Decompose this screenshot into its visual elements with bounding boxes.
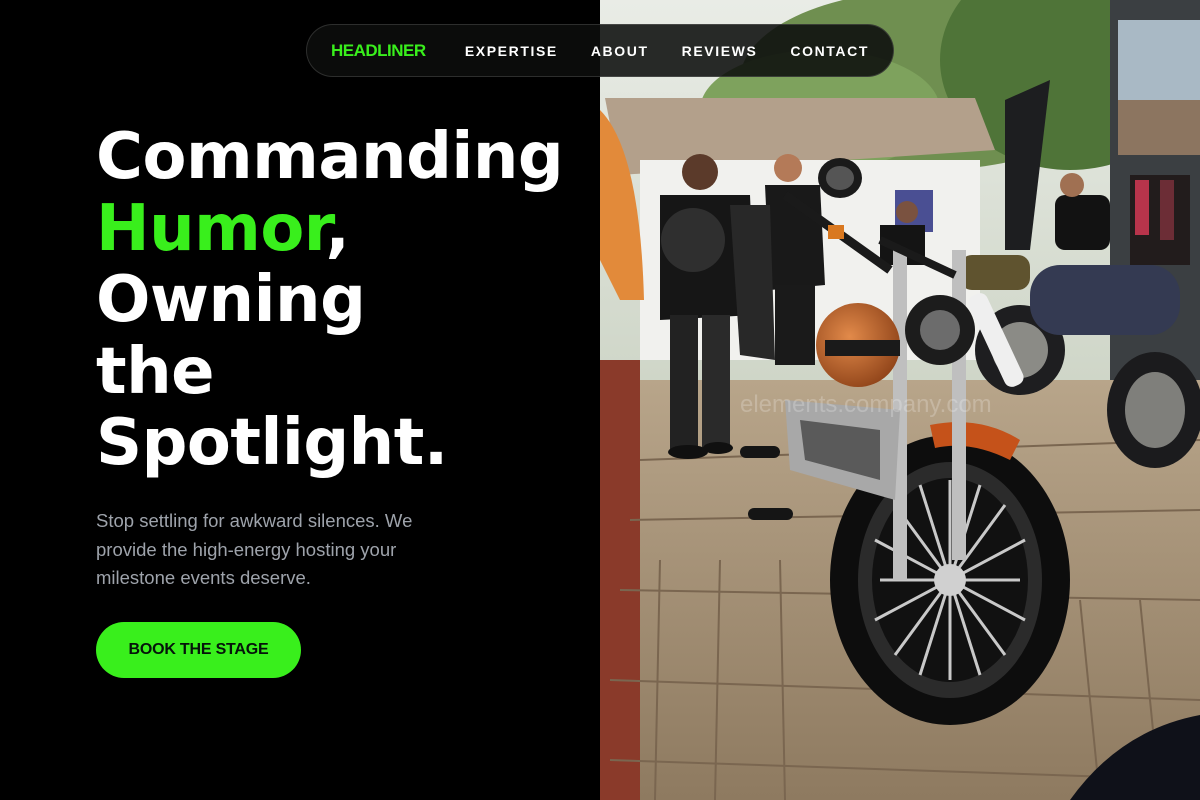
hero-photo: elements.company.com [600, 0, 1200, 800]
headline-comma: , [325, 191, 350, 266]
nav-link-about[interactable]: ABOUT [591, 43, 649, 59]
hero-headline: Commanding Humor, Owning the Spotlight. [96, 120, 656, 480]
main-navbar: HEADLINER EXPERTISE ABOUT REVIEWS CONTAC… [306, 24, 894, 77]
logo[interactable]: HEADLINER [331, 41, 426, 61]
watermark-text: elements.company.com [740, 391, 992, 418]
headline-line-1: Commanding [96, 120, 564, 194]
nav-link-reviews[interactable]: REVIEWS [682, 43, 758, 59]
nav-links: EXPERTISE ABOUT REVIEWS CONTACT [465, 43, 869, 59]
book-the-stage-button[interactable]: BOOK THE STAGE [96, 622, 301, 678]
headline-line-4: the [96, 334, 215, 409]
motorcycle-show-photo: elements.company.com [600, 0, 1200, 800]
nav-link-expertise[interactable]: EXPERTISE [465, 43, 558, 59]
headline-line-5: Spotlight. [96, 406, 448, 480]
headline-accent: Humor [96, 191, 326, 266]
hero-subcopy: Stop settling for awkward silences. We p… [96, 510, 413, 588]
nav-link-contact[interactable]: CONTACT [790, 43, 869, 59]
headline-line-3: Owning [96, 263, 366, 337]
headline-line-2: Humor, [96, 191, 656, 266]
